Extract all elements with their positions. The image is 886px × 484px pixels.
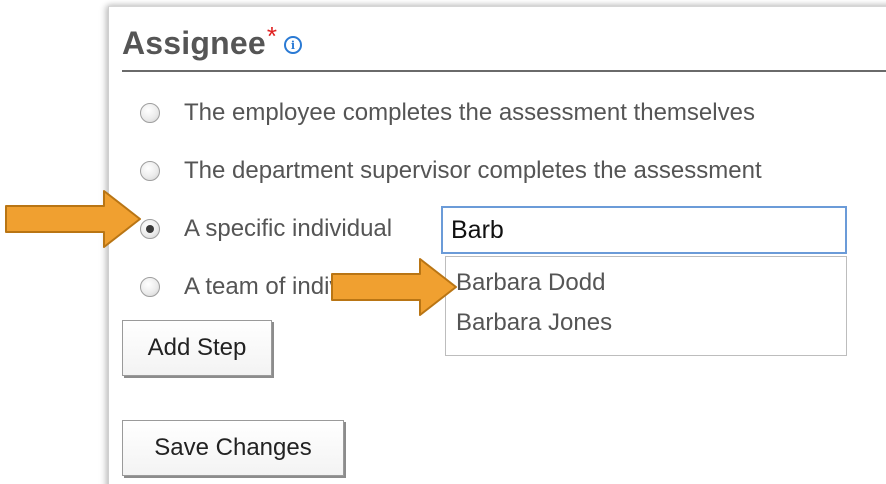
suggestion-item[interactable]: Barbara Dodd xyxy=(456,269,605,297)
save-changes-button[interactable]: Save Changes xyxy=(122,420,344,476)
option-specific-individual[interactable]: A specific individual xyxy=(140,215,392,243)
option-supervisor[interactable]: The department supervisor completes the … xyxy=(140,157,762,185)
required-indicator: * xyxy=(266,20,278,51)
radio-specific-individual[interactable] xyxy=(140,219,160,239)
option-supervisor-label: The department supervisor completes the … xyxy=(184,157,762,184)
section-title: Assignee xyxy=(122,24,266,61)
individual-search-input[interactable] xyxy=(441,206,847,254)
option-team[interactable]: A team of individuals xyxy=(140,273,404,301)
option-team-label: A team of individuals xyxy=(184,273,405,300)
radio-selected-dot xyxy=(146,225,154,233)
suggestions-dropdown: Barbara Dodd Barbara Jones xyxy=(445,256,847,356)
radio-supervisor[interactable] xyxy=(140,161,160,181)
section-header: Assignee * i xyxy=(122,18,303,68)
suggestion-item[interactable]: Barbara Jones xyxy=(456,309,612,337)
section-divider xyxy=(122,70,886,72)
option-specific-individual-label: A specific individual xyxy=(184,215,393,242)
add-step-button[interactable]: Add Step xyxy=(122,320,272,376)
info-icon[interactable]: i xyxy=(284,36,303,54)
option-employee[interactable]: The employee completes the assessment th… xyxy=(140,99,755,127)
screenshot-stage: Assignee * i The employee completes the … xyxy=(0,0,886,484)
option-employee-label: The employee completes the assessment th… xyxy=(184,99,755,126)
radio-team[interactable] xyxy=(140,277,160,297)
radio-employee[interactable] xyxy=(140,103,160,123)
